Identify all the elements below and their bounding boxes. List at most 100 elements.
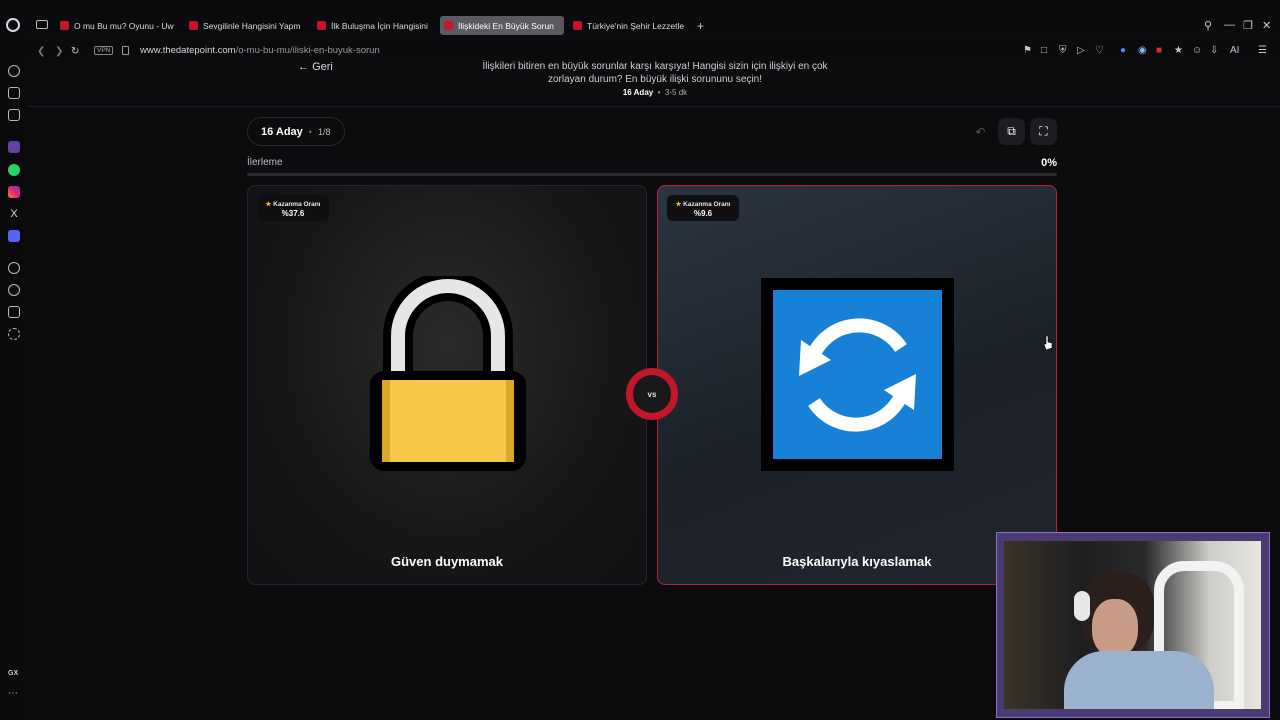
refresh-arrows-icon [761, 278, 954, 471]
quiz-meta: 16 Aday • 3-5 dk [622, 88, 688, 97]
site-favicon-icon [444, 21, 453, 30]
snapshot-icon[interactable]: □ [1041, 45, 1047, 56]
arrow-left-icon: ← [298, 61, 309, 73]
more-dots-icon[interactable]: ⋯ [8, 688, 18, 699]
browser-tab-active[interactable]: İlişkideki En Büyük Sorun [440, 16, 564, 35]
profile-icon[interactable]: ☺ [1192, 45, 1202, 56]
pill-candidates: 16 Aday [261, 125, 303, 138]
url-path: /o-mu-bu-mu/iliski-en-buyuk-sorun [235, 45, 380, 56]
win-rate-label-row: ★ Kazanma Oranı [257, 200, 329, 208]
browser-tab-2[interactable]: Sevgilinle Hangisini Yapm [185, 16, 303, 35]
site-favicon-icon [573, 21, 582, 30]
m-icon[interactable] [8, 109, 20, 121]
page-description: İlişkileri bitiren en büyük sorunlar kar… [482, 61, 828, 85]
settings-gear-icon[interactable] [8, 328, 20, 340]
share-button[interactable]: ⧉ [998, 118, 1025, 145]
browser-tab-bar: O mu Bu mu? Oyunu - Uw Sevgilinle Hangis… [0, 0, 1280, 38]
player-sidebar-icon[interactable] [8, 262, 20, 274]
headphones [1074, 591, 1090, 621]
meta-duration: 3-5 dk [664, 88, 688, 97]
x-twitter-icon[interactable]: X [8, 208, 20, 220]
heart-icon[interactable]: ♡ [1095, 45, 1104, 56]
twitch-icon[interactable] [8, 141, 20, 153]
win-rate-badge: ★ Kazanma Oranı %9.6 [667, 195, 739, 221]
back-button[interactable]: ← Geri [298, 61, 333, 73]
search-tabs-icon[interactable]: ⚲ [1204, 19, 1212, 32]
extension-icon[interactable]: ■ [1156, 45, 1162, 56]
ai-button[interactable]: AI [1230, 45, 1239, 56]
person-face [1092, 599, 1138, 657]
minimize-icon[interactable]: — [1224, 19, 1235, 31]
browser-tab-1[interactable]: O mu Bu mu? Oyunu - Uw [56, 16, 174, 35]
vpn-badge[interactable]: VPN [94, 46, 114, 55]
secure-lock-icon[interactable] [122, 46, 129, 55]
gx-label[interactable]: GX [8, 670, 18, 677]
vs-label: vs [633, 375, 671, 413]
win-rate-label: Kazanma Oranı [683, 201, 731, 208]
discord-icon[interactable] [8, 230, 20, 242]
site-favicon-icon [60, 21, 69, 30]
new-tab-plus-icon[interactable]: + [697, 19, 704, 33]
restore-icon[interactable]: ❐ [1243, 19, 1253, 32]
tab-label: İlişkideki En Büyük Sorun [458, 20, 554, 31]
browser-tab-5[interactable]: Türkiye'nin Şehir Lezzetle [569, 16, 687, 35]
browser-tab-3[interactable]: İlk Buluşma İçin Hangisini [313, 16, 431, 35]
instagram-icon[interactable] [8, 186, 20, 198]
site-favicon-icon [317, 21, 326, 30]
person-sweater [1064, 651, 1214, 709]
tab-switcher-icon[interactable] [36, 20, 48, 29]
header-divider [28, 106, 1280, 107]
webcam-feed [1004, 541, 1261, 709]
pin-icon[interactable]: ⚑ [1023, 45, 1032, 56]
tab-label: O mu Bu mu? Oyunu - Uw [74, 20, 174, 31]
win-rate-label-row: ★ Kazanma Oranı [667, 200, 739, 208]
tab-label: Sevgilinle Hangisini Yapm [203, 20, 301, 31]
star-icon: ★ [265, 201, 272, 208]
round-counter: 1/8 [317, 126, 331, 137]
site-favicon-icon [189, 21, 198, 30]
menu-icon[interactable]: ☰ [1258, 45, 1267, 56]
tab-label: İlk Buluşma İçin Hangisini [331, 20, 428, 31]
win-rate-value: %37.6 [281, 209, 305, 218]
back-label: Geri [312, 61, 333, 73]
player-icon[interactable]: ▷ [1077, 45, 1085, 56]
undo-button[interactable]: ↶ [967, 118, 994, 145]
choice-title-left: Güven duymamak [391, 554, 503, 569]
candidates-pill: 16 Aday • 1/8 [247, 117, 345, 146]
puzzle-icon[interactable]: ★ [1174, 45, 1183, 56]
win-rate-label: Kazanma Oranı [273, 201, 321, 208]
forward-nav-icon[interactable]: ❯ [55, 46, 63, 57]
url-host: www.thedatepoint.com [140, 45, 236, 56]
opera-logo-icon[interactable] [6, 18, 20, 32]
choice-card-left[interactable]: ★ Kazanma Oranı %37.6 Güven duymamak [247, 185, 647, 585]
padlock-open-icon [370, 276, 526, 471]
speed-dial-icon[interactable] [8, 65, 20, 77]
star-icon: ★ [675, 201, 682, 208]
fullscreen-button[interactable]: ⛶ [1030, 118, 1057, 145]
close-window-icon[interactable]: ✕ [1262, 19, 1271, 32]
progress-percent: 0% [1041, 157, 1057, 169]
win-rate-badge: ★ Kazanma Oranı %37.6 [257, 195, 329, 221]
url-text[interactable]: www.thedatepoint.com/o-mu-bu-mu/iliski-e… [140, 45, 380, 56]
history-icon[interactable] [8, 284, 20, 296]
choice-card-right[interactable]: ★ Kazanma Oranı %9.6 Başkalarıyla kıyasl… [657, 185, 1057, 585]
pill-separator: • [308, 126, 312, 137]
browser-sidebar: X GX ⋯ [0, 38, 28, 720]
meta-candidates: 16 Aday [622, 88, 654, 97]
download-icon[interactable]: ⇩ [1210, 45, 1218, 56]
back-nav-icon[interactable]: ❮ [37, 46, 45, 57]
progress-track [247, 173, 1057, 176]
shield-icon[interactable]: ⛨ [1059, 45, 1067, 56]
reload-icon[interactable]: ↻ [71, 46, 79, 57]
extension-icon[interactable]: ● [1120, 45, 1126, 56]
notes-icon[interactable] [8, 87, 20, 99]
expand-icon: ⛶ [1039, 124, 1048, 138]
tab-label: Türkiye'nin Şehir Lezzetle [587, 20, 685, 31]
share-icon: ⧉ [1007, 124, 1016, 138]
vs-badge: vs [626, 368, 678, 420]
extensions-icon[interactable] [8, 306, 20, 318]
win-rate-value: %9.6 [693, 209, 713, 218]
whatsapp-icon[interactable] [8, 164, 20, 176]
extension-icon[interactable]: ◉ [1138, 45, 1147, 56]
mouse-hand-cursor-icon [1043, 336, 1053, 350]
